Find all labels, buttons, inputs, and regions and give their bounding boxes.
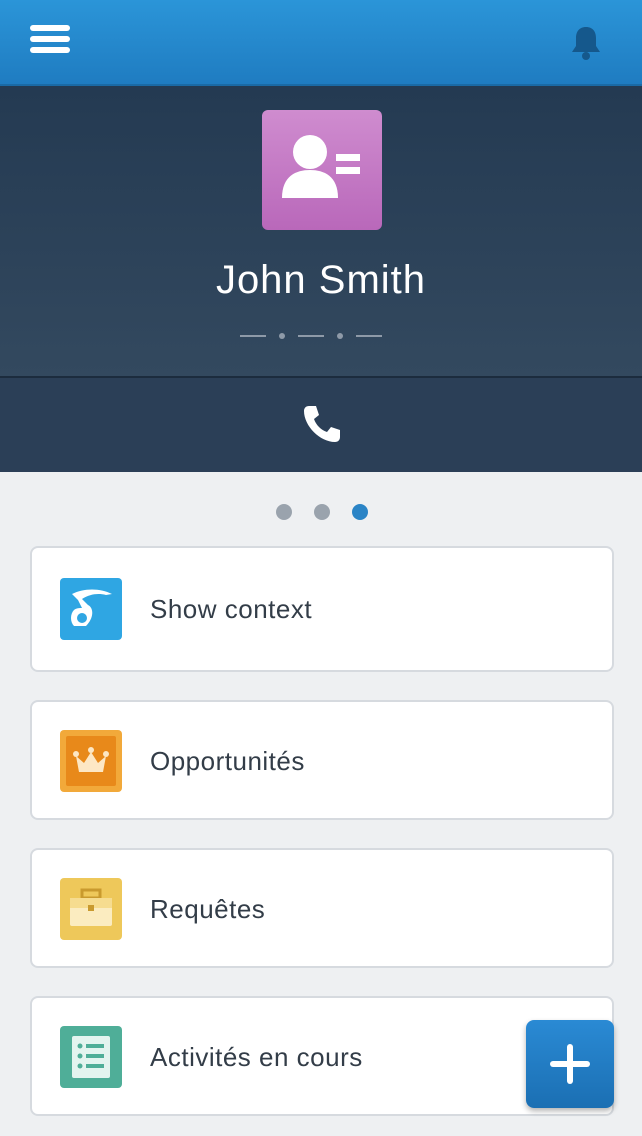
- contact-card-icon: [262, 110, 382, 230]
- list-icon: [60, 1026, 122, 1088]
- call-button[interactable]: [300, 402, 344, 446]
- menu-button[interactable]: [30, 22, 70, 56]
- plus-icon: [550, 1044, 590, 1084]
- hamburger-icon-line: [30, 25, 70, 31]
- contact-header: John Smith: [0, 86, 642, 376]
- notifications-button[interactable]: [568, 24, 604, 62]
- card-label: Opportunités: [150, 746, 305, 776]
- bird-context-icon: [60, 578, 122, 640]
- top-bar: [0, 0, 642, 86]
- phone-icon: [304, 406, 340, 442]
- hamburger-icon-line: [30, 47, 70, 53]
- card-label: Activités en cours: [150, 1042, 363, 1072]
- show-context-card[interactable]: Show context: [30, 546, 614, 672]
- hamburger-icon-line: [30, 36, 70, 42]
- add-button[interactable]: [526, 1020, 614, 1108]
- page-dot-active[interactable]: [352, 504, 368, 520]
- card-label: Requêtes: [150, 894, 266, 924]
- page-indicator: [0, 504, 642, 520]
- contact-actions-bar: [0, 376, 642, 472]
- requests-card[interactable]: Requêtes: [30, 848, 614, 968]
- contact-subtitle-placeholder: [240, 330, 404, 342]
- crown-icon: [60, 730, 122, 792]
- page-dot[interactable]: [314, 504, 330, 520]
- opportunities-card[interactable]: Opportunités: [30, 700, 614, 820]
- contact-name: John Smith: [215, 258, 427, 302]
- bell-icon: [572, 27, 600, 60]
- page-dot[interactable]: [276, 504, 292, 520]
- briefcase-icon: [60, 878, 122, 940]
- card-label: Show context: [150, 594, 313, 624]
